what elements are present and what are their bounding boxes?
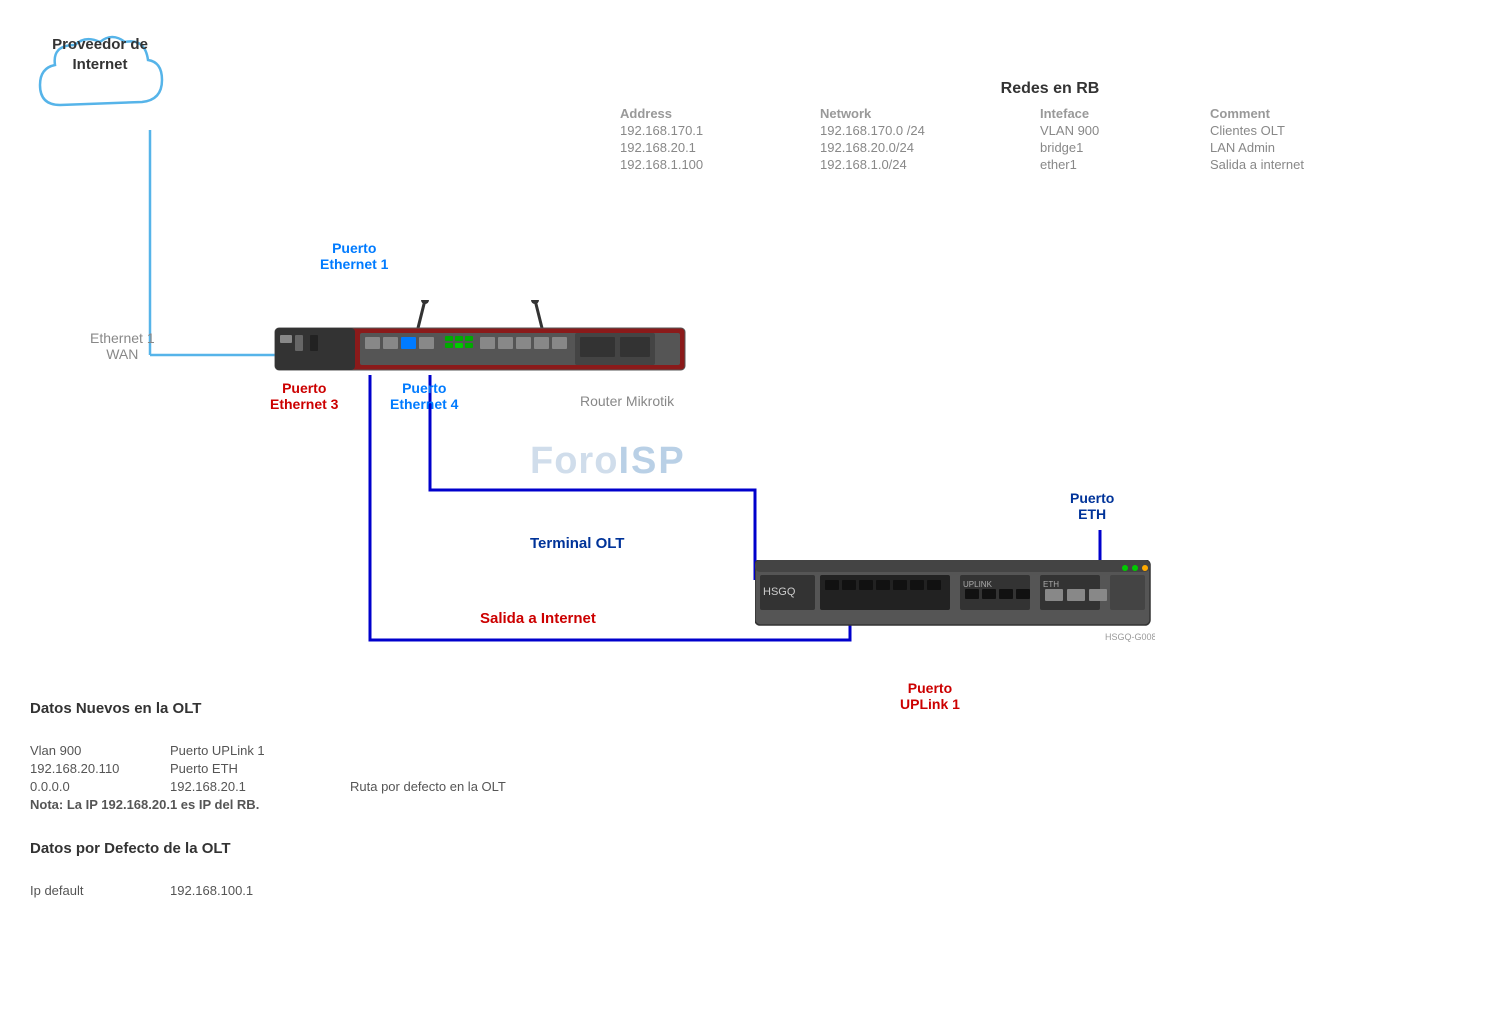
datos-row1-col1: Vlan 900 [30, 743, 150, 758]
datos-row3-col2: 192.168.20.1 [170, 779, 330, 794]
row1-address: 192.168.170.1 [620, 123, 800, 138]
row3-interface: ether1 [1040, 157, 1190, 172]
router-device [270, 300, 690, 375]
row1-network: 192.168.170.0 /24 [820, 123, 1020, 138]
datos-nuevos-title: Datos Nuevos en la OLT [30, 700, 630, 717]
datos-row-2: 192.168.20.110 Puerto ETH [30, 761, 630, 776]
row1-comment: Clientes OLT [1210, 123, 1390, 138]
salida-internet-label: Salida a Internet [480, 610, 596, 627]
puerto-eth3-label: Puerto Ethernet 3 [270, 380, 338, 412]
row3-network: 192.168.1.0/24 [820, 157, 1020, 172]
ip-default-row: Ip default 192.168.100.1 [30, 883, 430, 898]
datos-row3-col1: 0.0.0.0 [30, 779, 150, 794]
puerto-eth1-label: Puerto Ethernet 1 [320, 240, 388, 272]
eth1-wan-label: Ethernet 1 WAN [90, 330, 155, 362]
row2-network: 192.168.20.0/24 [820, 140, 1020, 155]
datos-row4-nota: Nota: La IP 192.168.20.1 es IP del RB. [30, 797, 259, 812]
redes-table: Redes en RB Address Network Inteface Com… [620, 80, 1480, 172]
ip-default-value: 192.168.100.1 [170, 883, 330, 898]
svg-text:HSGQ-G008: HSGQ-G008 [1105, 632, 1155, 642]
puerto-eth-label: Puerto ETH [1070, 490, 1114, 522]
datos-row-3: 0.0.0.0 192.168.20.1 Ruta por defecto en… [30, 779, 630, 794]
datos-defecto-section: Datos por Defecto de la OLT Ip default 1… [30, 840, 430, 898]
datos-row3-col3: Ruta por defecto en la OLT [350, 779, 506, 794]
svg-text:ETH: ETH [1043, 580, 1059, 589]
col-address-header: Address [620, 106, 800, 121]
row2-interface: bridge1 [1040, 140, 1190, 155]
puerto-uplink-label: Puerto UPLink 1 [900, 680, 960, 712]
datos-row2-col1: 192.168.20.110 [30, 761, 150, 776]
svg-text:UPLINK: UPLINK [963, 580, 993, 589]
olt-device: HSGQ UPLINK ETH HSGQ-G008 [755, 560, 1155, 650]
row3-address: 192.168.1.100 [620, 157, 800, 172]
datos-row1-col2: Puerto UPLink 1 [170, 743, 330, 758]
col-comment-header: Comment [1210, 106, 1390, 121]
row2-address: 192.168.20.1 [620, 140, 800, 155]
datos-row-1: Vlan 900 Puerto UPLink 1 [30, 743, 630, 758]
datos-nuevos-section: Datos Nuevos en la OLT Vlan 900 Puerto U… [30, 700, 630, 815]
isp-label: Proveedor de Internet [35, 35, 165, 74]
col-network-header: Network [820, 106, 1020, 121]
datos-row-4: Nota: La IP 192.168.20.1 es IP del RB. [30, 797, 630, 812]
datos-row2-col2: Puerto ETH [170, 761, 330, 776]
terminal-olt-label: Terminal OLT [530, 535, 624, 552]
row1-interface: VLAN 900 [1040, 123, 1190, 138]
row3-comment: Salida a internet [1210, 157, 1390, 172]
svg-text:HSGQ: HSGQ [763, 586, 796, 598]
puerto-eth4-label: Puerto Ethernet 4 [390, 380, 458, 412]
row2-comment: LAN Admin [1210, 140, 1390, 155]
datos-defecto-title: Datos por Defecto de la OLT [30, 840, 430, 857]
redes-title: Redes en RB [620, 80, 1480, 98]
ip-default-label: Ip default [30, 883, 150, 898]
router-mikrotik-label: Router Mikrotik [580, 393, 674, 409]
watermark: ForoISP [530, 440, 686, 483]
col-interface-header: Inteface [1040, 106, 1190, 121]
